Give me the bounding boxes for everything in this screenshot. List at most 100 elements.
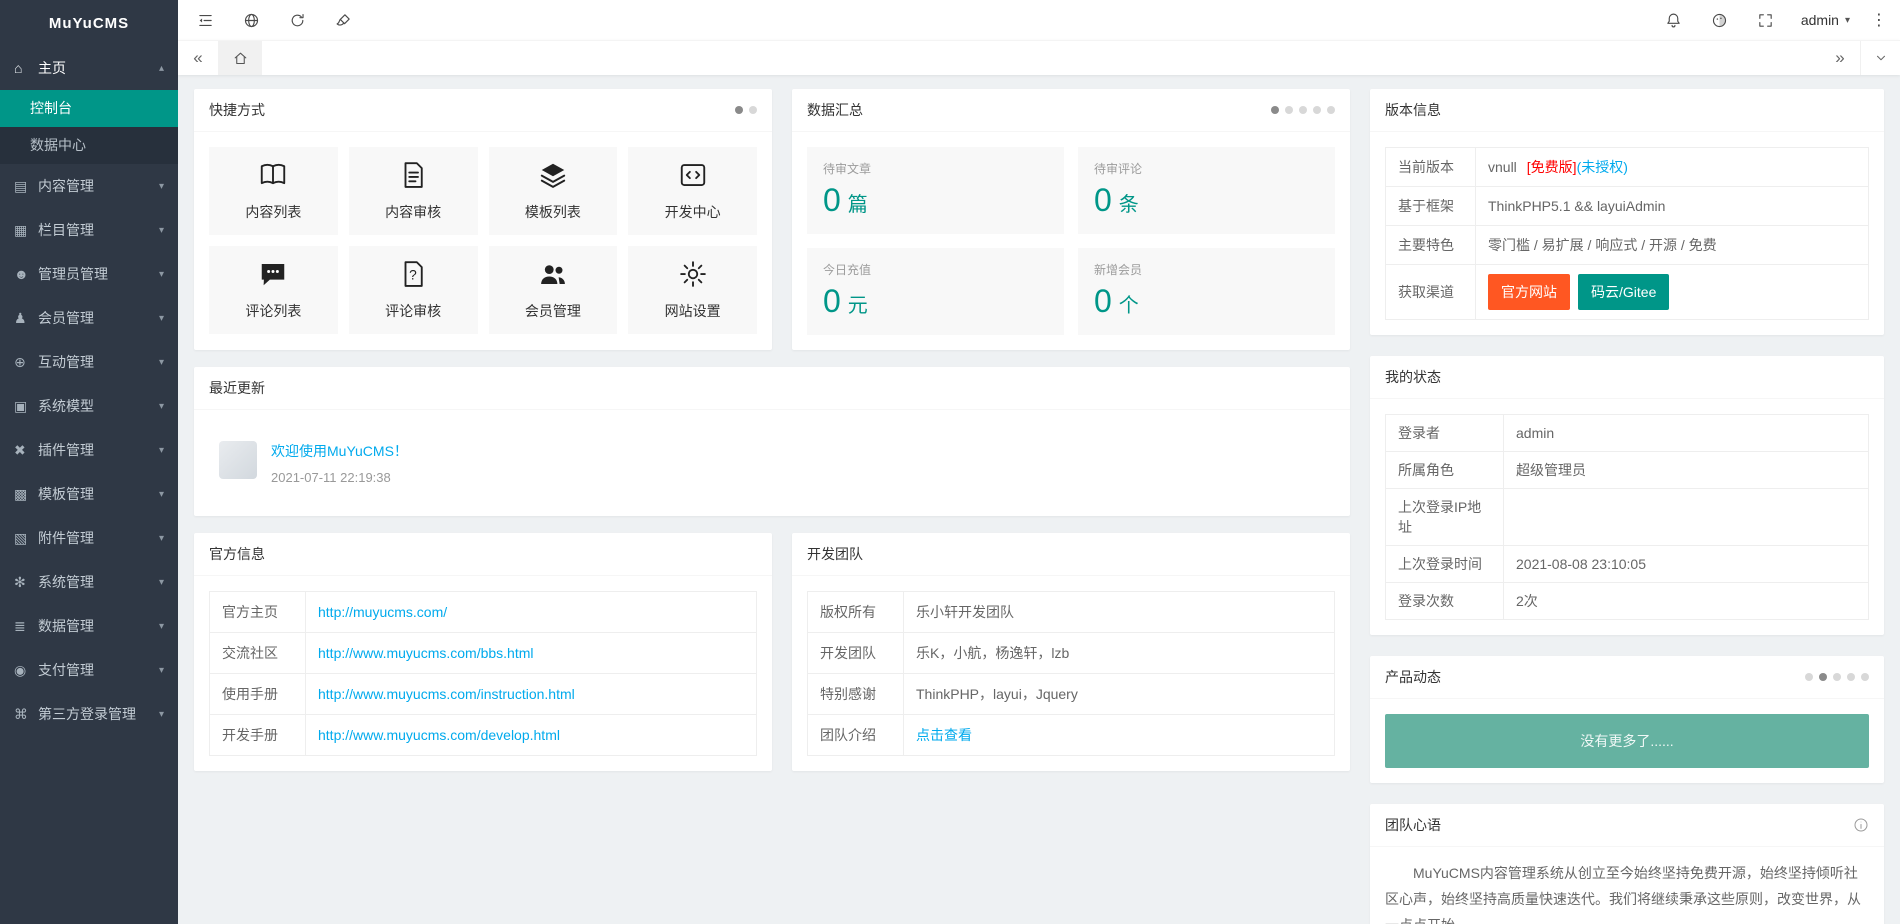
info-icon[interactable] [1853,817,1869,833]
user-menu[interactable]: admin ▾ [1789,0,1862,40]
row-label: 当前版本 [1386,148,1476,187]
login-count-value: 2次 [1516,593,1538,609]
sidebar-item-plugin[interactable]: ✖ 插件管理 ▾ [0,428,178,472]
sidebar-item-column[interactable]: ▦ 栏目管理 ▾ [0,208,178,252]
row-label: 开发团队 [808,633,904,674]
card-title: 数据汇总 [807,100,863,120]
unauthorized-tag[interactable]: (未授权) [1577,159,1628,175]
gitee-button[interactable]: 码云/Gitee [1578,274,1669,310]
sidebar-item-member[interactable]: ♟ 会员管理 ▾ [0,296,178,340]
tab-home[interactable] [218,41,262,75]
sidebar-item-thirdparty[interactable]: ⌘ 第三方登录管理 ▾ [0,692,178,736]
sidebar-item-console[interactable]: 控制台 [0,90,178,127]
sidebar-item-label: 管理员管理 [38,264,159,284]
stat-pending-comments[interactable]: 待审评论 0条 [1078,147,1335,234]
sidebar-item-home[interactable]: ⌂ 主页 ▴ [0,46,178,90]
row-value: http://www.muyucms.com/bbs.html [306,633,757,674]
team-intro-link[interactable]: 点击查看 [916,727,972,743]
stat-new-members[interactable]: 新增会员 0个 [1078,248,1335,335]
stat-label: 今日充值 [823,261,1048,278]
tabs-scroll-left-icon[interactable]: « [178,41,218,75]
shortcut-content-audit[interactable]: 内容审核 [349,147,478,235]
sidebar-item-datacenter[interactable]: 数据中心 [0,127,178,164]
carousel-dot[interactable] [749,106,757,114]
globe-icon[interactable] [228,0,274,40]
brand-logo[interactable]: MuYuCMS [0,0,178,46]
refresh-icon[interactable] [274,0,320,40]
fullscreen-icon[interactable] [1743,0,1789,40]
shortcut-label: 评论审核 [385,301,441,321]
carousel-dot[interactable] [1327,106,1335,114]
dashboard-content: 快捷方式 内容列表 [178,75,1900,924]
more-options-icon[interactable]: ⋮ [1862,0,1896,40]
card-title: 团队心语 [1385,815,1441,835]
dev-team-card: 开发团队 版权所有 乐小轩开发团队 开发团队 [792,533,1350,771]
news-carousel-dots [1805,673,1869,681]
clear-cache-icon[interactable] [320,0,366,40]
gear-icon [678,259,708,292]
tabs-scroll-right-icon[interactable]: » [1820,41,1860,75]
carousel-dot[interactable] [1861,673,1869,681]
sidebar-item-payment[interactable]: ◉ 支付管理 ▾ [0,648,178,692]
table-row: 登录次数 2次 [1386,583,1869,620]
row-value: vnull[免费版](未授权) [1476,148,1869,187]
carousel-dot[interactable] [1805,673,1813,681]
carousel-dot[interactable] [1819,673,1827,681]
update-title-link[interactable]: 欢迎使用MuYuCMS！ [271,441,408,461]
chevron-down-icon: ▾ [159,709,164,720]
carousel-dot[interactable] [1833,673,1841,681]
card-title: 快捷方式 [209,100,265,120]
sidebar-item-interaction[interactable]: ⊕ 互动管理 ▾ [0,340,178,384]
row-value: 乐K，小航，杨逸轩，lzb [904,633,1335,674]
carousel-dot[interactable] [1271,106,1279,114]
carousel-dot[interactable] [1299,106,1307,114]
sidebar-item-admin[interactable]: ☻ 管理员管理 ▾ [0,252,178,296]
home-icon: ⌂ [14,60,38,76]
sidebar-submenu-home: 控制台 数据中心 [0,90,178,164]
sidebar-item-attachment[interactable]: ▧ 附件管理 ▾ [0,516,178,560]
shortcut-comment-list[interactable]: 评论列表 [209,246,338,334]
community-link[interactable]: http://www.muyucms.com/bbs.html [318,645,534,661]
sidebar-item-system[interactable]: ✻ 系统管理 ▾ [0,560,178,604]
sidebar-item-model[interactable]: ▣ 系统模型 ▾ [0,384,178,428]
motto-text: MuYuCMS内容管理系统从创立至今始终坚持免费开源，始终坚持倾听社区心声，始终… [1385,860,1869,924]
official-site-button[interactable]: 官方网站 [1488,274,1570,310]
chevron-down-icon: ▾ [159,181,164,192]
shortcut-dev-center[interactable]: 开发中心 [628,147,757,235]
dev-manual-link[interactable]: http://www.muyucms.com/develop.html [318,727,560,743]
stat-pending-articles[interactable]: 待审文章 0篇 [807,147,1064,234]
carousel-dot[interactable] [1313,106,1321,114]
table-row: 团队介绍 点击查看 [808,715,1335,756]
stat-today-recharge[interactable]: 今日充值 0元 [807,248,1064,335]
sidebar-item-content[interactable]: ▤ 内容管理 ▾ [0,164,178,208]
carousel-dot[interactable] [1285,106,1293,114]
framework-value: ThinkPHP5.1 && layuiAdmin [1488,198,1665,214]
shortcut-content-list[interactable]: 内容列表 [209,147,338,235]
official-home-link[interactable]: http://muyucms.com/ [318,604,447,620]
news-banner[interactable]: 没有更多了...... [1385,714,1869,768]
row-label: 官方主页 [210,592,306,633]
row-value: http://www.muyucms.com/develop.html [306,715,757,756]
svg-text:?: ? [409,268,417,283]
thirdparty-login-icon: ⌘ [14,706,38,723]
row-label: 获取渠道 [1386,265,1476,320]
shortcut-comment-audit[interactable]: ? 评论审核 [349,246,478,334]
tab-options-icon[interactable] [1860,41,1900,75]
sidebar-item-template[interactable]: ▩ 模板管理 ▾ [0,472,178,516]
stat-label: 新增会员 [1094,261,1319,278]
notification-bell-icon[interactable] [1651,0,1697,40]
carousel-dot[interactable] [1847,673,1855,681]
sidebar-item-data[interactable]: ≣ 数据管理 ▾ [0,604,178,648]
shortcut-member-manage[interactable]: 会员管理 [489,246,618,334]
theme-icon[interactable] [1697,0,1743,40]
shortcut-template-list[interactable]: 模板列表 [489,147,618,235]
card-title: 产品动态 [1385,667,1441,687]
carousel-dot[interactable] [735,106,743,114]
collapse-menu-icon[interactable] [182,0,228,40]
topbar: admin ▾ ⋮ [178,0,1900,40]
table-row: 上次登录时间 2021-08-08 23:10:05 [1386,546,1869,583]
manual-link[interactable]: http://www.muyucms.com/instruction.html [318,686,575,702]
system-manage-icon: ✻ [14,574,38,591]
shortcut-site-settings[interactable]: 网站设置 [628,246,757,334]
card-title: 我的状态 [1385,367,1441,387]
